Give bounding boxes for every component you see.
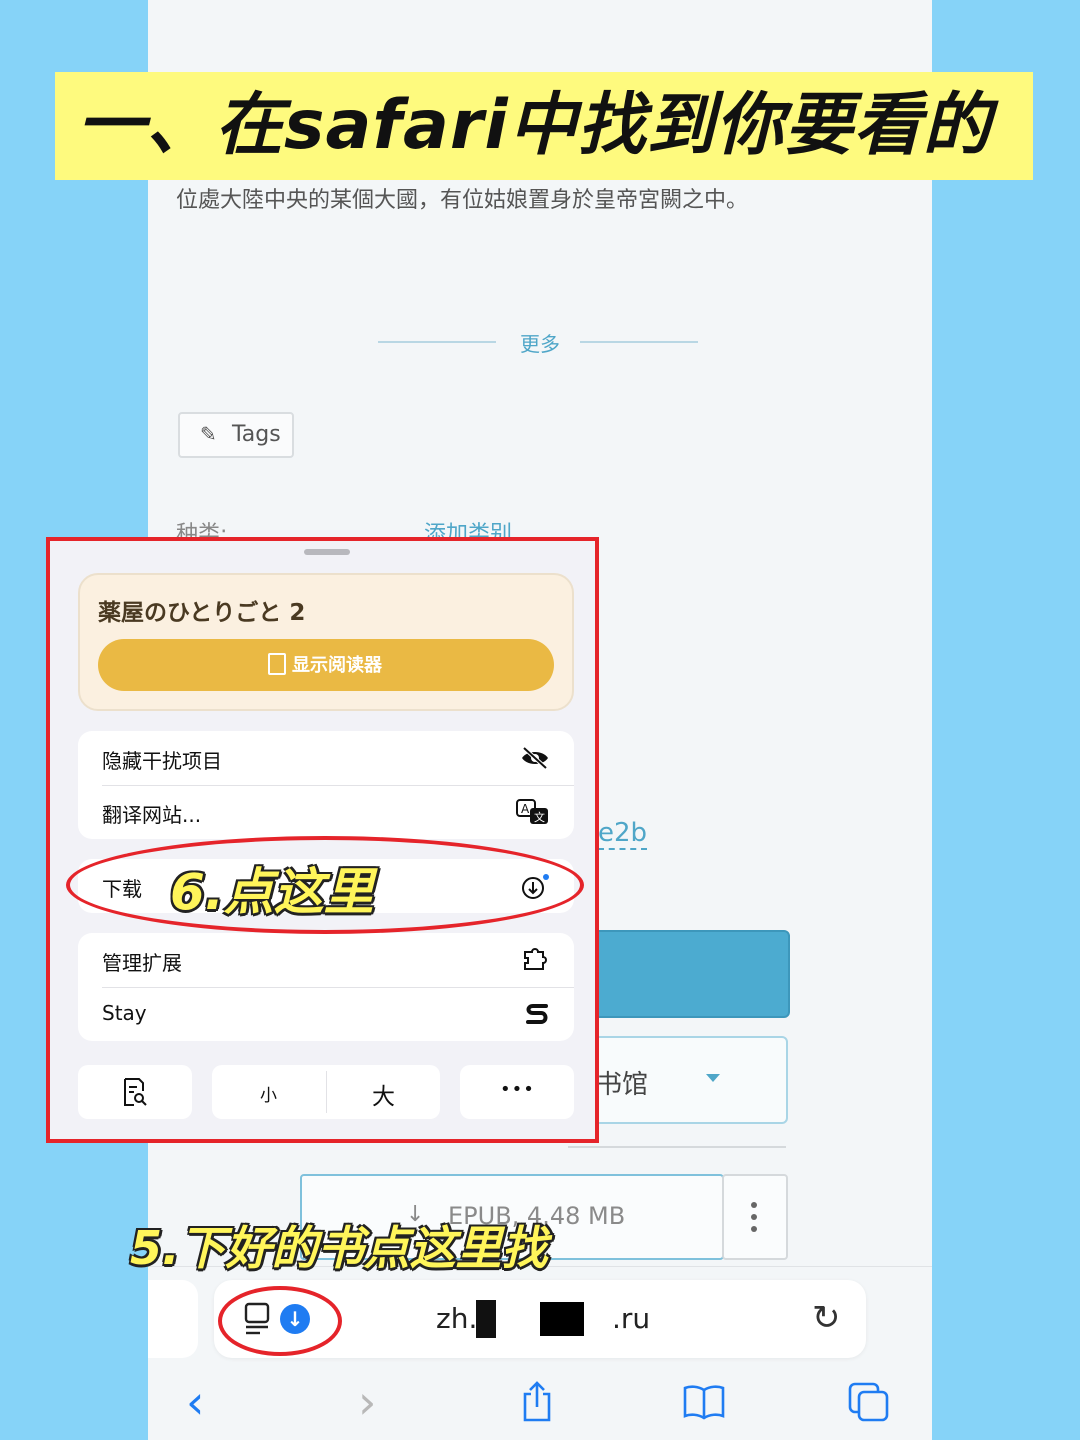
divider <box>568 1146 786 1148</box>
library-select-value: 书馆 <box>596 1070 649 1100</box>
text-larger-button[interactable]: 大 <box>372 1077 395 1111</box>
menu-group-privacy: 隐藏干扰项目 翻译网站... A 文 <box>78 731 574 839</box>
step-6-annotation: 6.点这里 <box>170 863 374 921</box>
tags-button[interactable]: ✎ Tags <box>178 412 294 458</box>
menu-item-label: 管理扩展 <box>102 951 182 975</box>
reader-search-button[interactable] <box>78 1065 192 1119</box>
menu-group-extensions: 管理扩展 Stay <box>78 933 574 1041</box>
show-reader-button[interactable]: 显示阅读器 <box>98 639 554 691</box>
reader-card: 薬屋のひとりごと 2 显示阅读器 <box>78 573 574 711</box>
intro-text: 位處大陸中央的某個大國，有位姑娘置身於皇帝宮闕之中。 <box>176 188 749 213</box>
size-divider <box>326 1071 327 1113</box>
svg-text:A: A <box>521 802 530 816</box>
redaction-block <box>476 1300 496 1338</box>
eye-slash-icon <box>522 747 548 769</box>
stay-s-icon <box>526 1004 548 1024</box>
kebab-dot <box>751 1202 757 1208</box>
tabs-icon[interactable] <box>848 1382 890 1422</box>
kebab-dot <box>751 1226 757 1232</box>
redaction-block <box>540 1302 584 1336</box>
text-size-control: 小 大 <box>212 1065 440 1119</box>
menu-item-manage-extensions[interactable]: 管理扩展 <box>78 933 574 987</box>
bookmarks-icon[interactable] <box>682 1384 726 1420</box>
menu-item-hide-distractions[interactable]: 隐藏干扰项目 <box>78 731 574 785</box>
ellipsis-icon: ••• <box>500 1079 535 1100</box>
partial-link[interactable]: e2b <box>598 818 648 850</box>
show-reader-label: 显示阅读器 <box>292 655 382 676</box>
book-title: 薬屋のひとりごと 2 <box>98 600 306 626</box>
tags-label: Tags <box>232 422 281 447</box>
kebab-dot <box>751 1214 757 1220</box>
reader-highlight-oval <box>218 1286 342 1356</box>
forward-chevron-icon[interactable]: › <box>358 1378 376 1426</box>
caret-down-icon <box>706 1074 720 1082</box>
banner-title: 一、在safari中找到你要看的 <box>77 86 992 165</box>
back-chevron-icon[interactable]: ‹ <box>186 1378 204 1426</box>
menu-item-translate[interactable]: 翻译网站... A 文 <box>78 785 574 839</box>
pencil-icon: ✎ <box>200 422 217 446</box>
page-search-icon <box>124 1078 147 1106</box>
reload-icon[interactable]: ↻ <box>812 1298 841 1338</box>
more-label: 更多 <box>520 332 560 356</box>
url-suffix: .ru <box>612 1302 651 1335</box>
sheet-grabber[interactable] <box>304 549 350 555</box>
share-icon[interactable] <box>520 1380 554 1424</box>
title-banner: 一、在safari中找到你要看的 <box>55 72 1033 180</box>
text-smaller-button[interactable]: 小 <box>260 1081 277 1106</box>
translate-icon: A 文 <box>516 799 548 824</box>
more-button[interactable]: ••• <box>460 1065 574 1119</box>
menu-item-label: 翻译网站... <box>102 803 202 827</box>
svg-text:文: 文 <box>534 810 545 824</box>
url-prefix: zh. <box>436 1302 478 1335</box>
step-5-annotation: 5.下好的书点这里找 <box>130 1221 548 1275</box>
reader-doc-icon <box>268 653 286 675</box>
primary-action-button[interactable] <box>568 930 790 1018</box>
divider-right <box>580 341 698 343</box>
library-select[interactable]: 书馆 <box>568 1036 788 1124</box>
menu-item-label: 隐藏干扰项目 <box>102 749 222 773</box>
menu-item-stay[interactable]: Stay <box>78 987 574 1041</box>
previous-tab-pill[interactable] <box>148 1280 198 1358</box>
more-options-button[interactable] <box>722 1174 788 1260</box>
faded-text-line <box>176 292 182 316</box>
more-toggle[interactable]: 更多 <box>378 328 698 356</box>
extensions-icon <box>524 948 547 970</box>
divider-left <box>378 341 496 343</box>
menu-item-label: Stay <box>102 1001 147 1025</box>
